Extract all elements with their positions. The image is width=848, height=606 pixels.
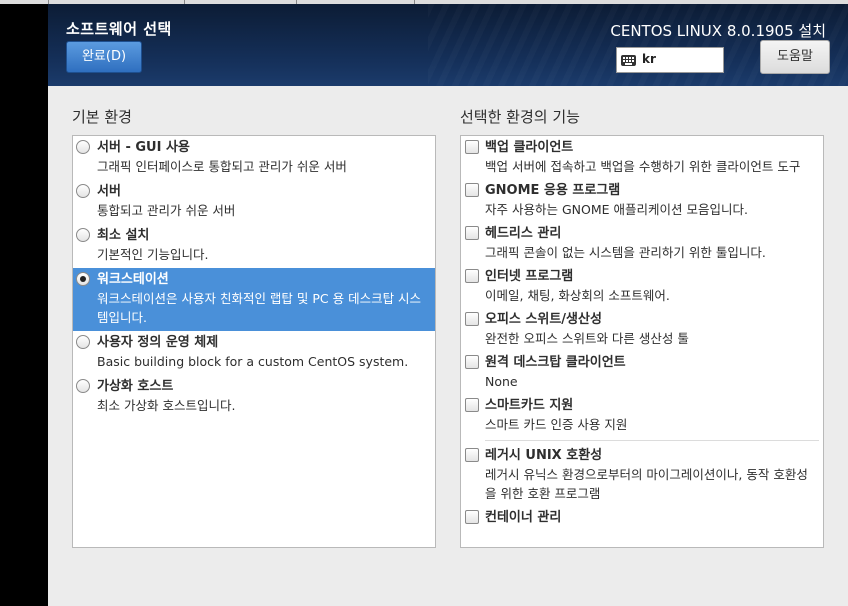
environment-option[interactable]: 사용자 정의 운영 체제 Basic building block for a c… xyxy=(73,331,435,375)
environment-option-description: 최소 가상화 호스트입니다. xyxy=(97,398,236,413)
checkbox[interactable] xyxy=(465,140,479,154)
addon-option[interactable]: 스마트카드 지원스마트 카드 인증 사용 지원 xyxy=(461,394,823,437)
addon-option-title: 헤드리스 관리 xyxy=(485,226,562,241)
environment-option-title: 워크스테이션 xyxy=(97,272,169,287)
environment-option-description: 그래픽 인터페이스로 통합되고 관리가 쉬운 서버 xyxy=(97,159,347,174)
addon-option[interactable]: GNOME 응용 프로그램자주 사용하는 GNOME 애플리케이션 모음입니다. xyxy=(461,179,823,222)
addon-option-description: 이메일, 채팅, 화상회의 소프트웨어. xyxy=(485,288,670,303)
addon-option[interactable]: 인터넷 프로그램이메일, 채팅, 화상회의 소프트웨어. xyxy=(461,265,823,308)
addon-option[interactable]: 컨테이너 관리 xyxy=(461,506,823,530)
addon-option[interactable]: 백업 클라이언트백업 서버에 접속하고 백업을 수행하기 위한 클라이언트 도구 xyxy=(461,136,823,179)
checkbox[interactable] xyxy=(465,269,479,283)
radio-button[interactable] xyxy=(76,335,90,349)
checkbox[interactable] xyxy=(465,226,479,240)
addon-option[interactable]: 레거시 UNIX 호환성레거시 유닉스 환경으로부터의 마이그레이션이나, 동작… xyxy=(461,444,823,506)
environment-option-description: Basic building block for a custom CentOS… xyxy=(97,354,409,369)
environment-option[interactable]: 가상화 호스트최소 가상화 호스트입니다. xyxy=(73,375,435,419)
left-window-edge xyxy=(0,0,48,606)
radio-button[interactable] xyxy=(76,272,90,286)
checkbox[interactable] xyxy=(465,510,479,524)
main-content: 기본 환경 선택한 환경의 기능 서버 - GUI 사용그래픽 인터페이스로 통… xyxy=(48,86,848,606)
addon-option-description: 완전한 오피스 스위트와 다른 생산성 툴 xyxy=(485,331,689,346)
checkbox[interactable] xyxy=(465,448,479,462)
keyboard-icon xyxy=(621,55,636,66)
environment-option-description: 워크스테이션은 사용자 친화적인 랩탑 및 PC 용 데스크탑 시스템입니다. xyxy=(97,291,422,325)
addon-option-title: GNOME 응용 프로그램 xyxy=(485,183,621,198)
addon-option-description: 스마트 카드 인증 사용 지원 xyxy=(485,417,628,432)
addon-option[interactable]: 원격 데스크탑 클라이언트 None xyxy=(461,351,823,394)
addon-option-description: 레거시 유닉스 환경으로부터의 마이그레이션이나, 동작 호환성을 위한 호환 … xyxy=(485,467,808,501)
addon-option-title: 원격 데스크탑 클라이언트 xyxy=(485,355,626,370)
environment-option[interactable]: 서버통합되고 관리가 쉬운 서버 xyxy=(73,180,435,224)
addon-option[interactable]: 오피스 스위트/생산성완전한 오피스 스위트와 다른 생산성 툴 xyxy=(461,308,823,351)
radio-button[interactable] xyxy=(76,184,90,198)
addon-option[interactable]: 헤드리스 관리그래픽 콘솔이 없는 시스템을 관리하기 위한 툴입니다. xyxy=(461,222,823,265)
checkbox[interactable] xyxy=(465,183,479,197)
addon-option-title: 레거시 UNIX 호환성 xyxy=(485,448,603,463)
addon-option-title: 인터넷 프로그램 xyxy=(485,269,574,284)
page-title: 소프트웨어 선택 xyxy=(66,20,172,38)
radio-button[interactable] xyxy=(76,228,90,242)
radio-button[interactable] xyxy=(76,140,90,154)
base-environment-title: 기본 환경 xyxy=(72,108,132,126)
addon-option-description: 그래픽 콘솔이 없는 시스템을 관리하기 위한 툴입니다. xyxy=(485,245,766,260)
addon-option-title: 스마트카드 지원 xyxy=(485,398,574,413)
addon-separator xyxy=(485,440,819,441)
environment-option-title: 사용자 정의 운영 체제 xyxy=(97,335,219,350)
environment-option-title: 최소 설치 xyxy=(97,228,150,243)
environment-option-description: 통합되고 관리가 쉬운 서버 xyxy=(97,203,236,218)
addon-option-title: 컨테이너 관리 xyxy=(485,510,562,525)
addon-option-description: 백업 서버에 접속하고 백업을 수행하기 위한 클라이언트 도구 xyxy=(485,159,801,174)
keyboard-layout-label: kr xyxy=(642,52,656,66)
environment-list: 서버 - GUI 사용그래픽 인터페이스로 통합되고 관리가 쉬운 서버서버통합… xyxy=(72,135,436,548)
checkbox[interactable] xyxy=(465,398,479,412)
environment-option[interactable]: 워크스테이션워크스테이션은 사용자 친화적인 랩탑 및 PC 용 데스크탑 시스… xyxy=(73,268,435,331)
environment-option-title: 서버 - GUI 사용 xyxy=(97,140,190,155)
addon-option-title: 백업 클라이언트 xyxy=(485,140,574,155)
header-bar: 소프트웨어 선택 완료(D) CENTOS LINUX 8.0.1905 설치 … xyxy=(48,4,848,86)
done-button[interactable]: 완료(D) xyxy=(66,41,142,73)
addon-option-title: 오피스 스위트/생산성 xyxy=(485,312,602,327)
environment-option[interactable]: 최소 설치기본적인 기능입니다. xyxy=(73,224,435,268)
environment-option[interactable]: 서버 - GUI 사용그래픽 인터페이스로 통합되고 관리가 쉬운 서버 xyxy=(73,136,435,180)
addons-title: 선택한 환경의 기능 xyxy=(460,108,580,126)
checkbox[interactable] xyxy=(465,355,479,369)
addon-list: 백업 클라이언트백업 서버에 접속하고 백업을 수행하기 위한 클라이언트 도구… xyxy=(460,135,824,548)
radio-button[interactable] xyxy=(76,379,90,393)
keyboard-layout-indicator[interactable]: kr xyxy=(616,47,724,73)
environment-option-description: 기본적인 기능입니다. xyxy=(97,247,209,262)
checkbox[interactable] xyxy=(465,312,479,326)
environment-option-title: 가상화 호스트 xyxy=(97,379,174,394)
installer-title: CENTOS LINUX 8.0.1905 설치 xyxy=(610,22,826,40)
help-button[interactable]: 도움말 xyxy=(760,40,830,74)
addon-option-description: None xyxy=(485,374,518,389)
environment-option-title: 서버 xyxy=(97,184,121,199)
addon-option-description: 자주 사용하는 GNOME 애플리케이션 모음입니다. xyxy=(485,202,748,217)
